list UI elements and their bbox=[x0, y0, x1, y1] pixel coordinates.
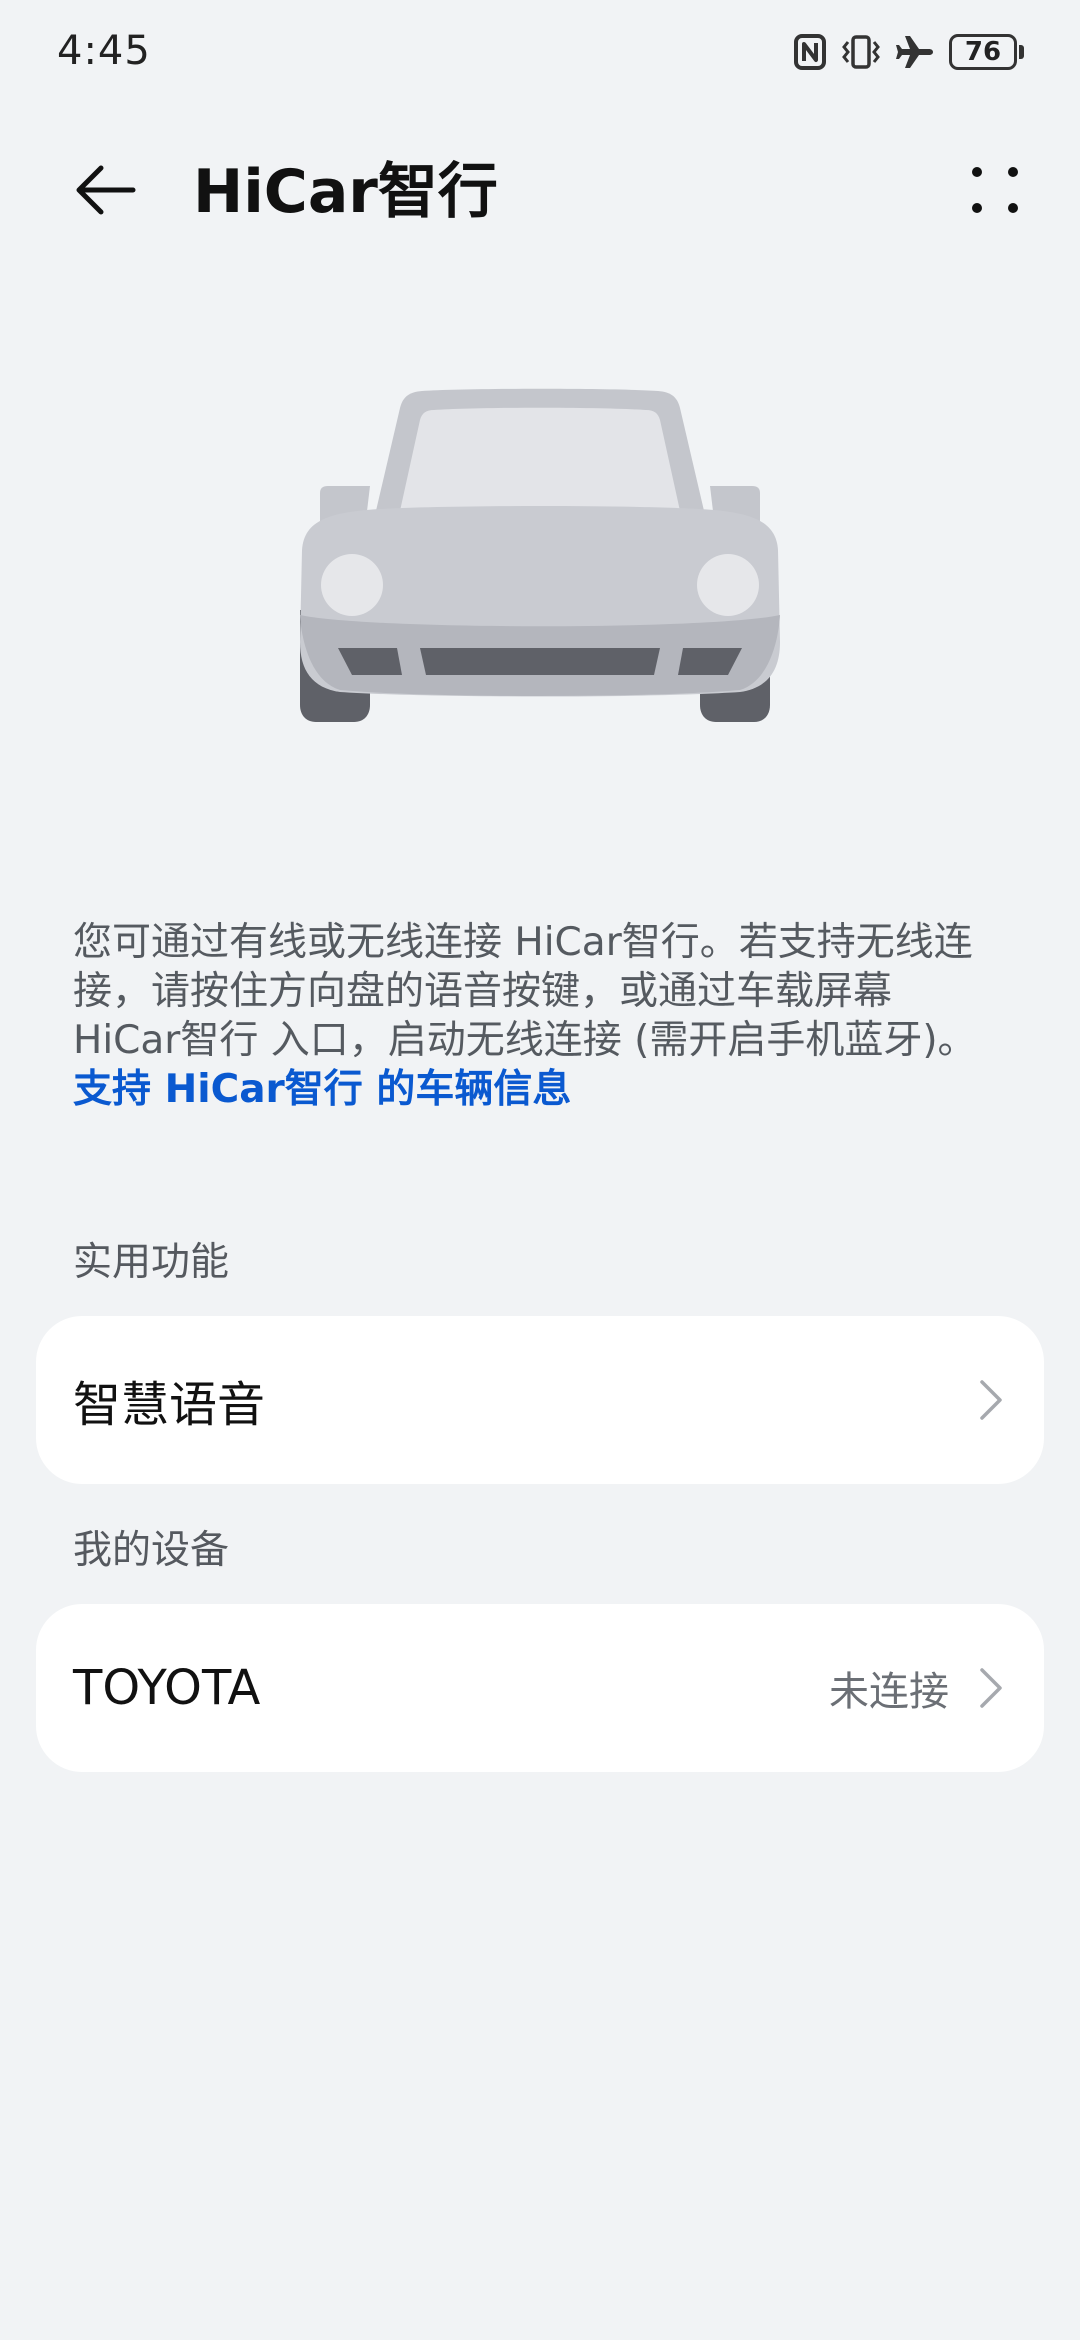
more-dots-icon bbox=[967, 162, 1023, 222]
car-icon bbox=[290, 380, 790, 740]
battery-level: 76 bbox=[964, 37, 1002, 67]
status-icons: 76 bbox=[793, 30, 1024, 74]
airplane-icon bbox=[895, 33, 935, 71]
back-button[interactable] bbox=[60, 152, 150, 232]
description-text: 您可通过有线或无线连接 HiCar智行。若支持无线连接，请按住方向盘的语音按键，… bbox=[73, 920, 977, 1063]
battery-icon: 76 bbox=[949, 34, 1017, 70]
nfc-icon bbox=[793, 33, 827, 71]
list-item-smart-voice[interactable]: 智慧语音 bbox=[36, 1316, 1044, 1484]
section-header-devices: 我的设备 bbox=[73, 1528, 230, 1573]
device-status: 未连接 bbox=[829, 1669, 949, 1715]
battery-tip bbox=[1019, 45, 1024, 59]
section-header-features: 实用功能 bbox=[73, 1240, 230, 1285]
vehicle-info-link[interactable]: 支持 HiCar智行 的车辆信息 bbox=[73, 1067, 571, 1112]
more-button[interactable] bbox=[950, 152, 1040, 232]
device-name: TOYOTA bbox=[73, 1660, 261, 1716]
devices-card: TOYOTA 未连接 bbox=[36, 1604, 1044, 1772]
list-item-label: 智慧语音 bbox=[73, 1377, 266, 1433]
status-time: 4:45 bbox=[57, 28, 151, 74]
description: 您可通过有线或无线连接 HiCar智行。若支持无线连接，请按住方向盘的语音按键，… bbox=[73, 918, 1008, 1114]
arrow-left-icon bbox=[73, 162, 137, 222]
page-title: HiCar智行 bbox=[193, 157, 498, 227]
status-bar: 4:45 76 bbox=[0, 0, 1080, 110]
chevron-right-icon bbox=[978, 1378, 1004, 1422]
app-bar: HiCar智行 bbox=[0, 130, 1080, 250]
vibrate-icon bbox=[841, 33, 881, 71]
features-card: 智慧语音 bbox=[36, 1316, 1044, 1484]
chevron-right-icon bbox=[978, 1666, 1004, 1710]
list-item-toyota[interactable]: TOYOTA 未连接 bbox=[36, 1604, 1044, 1772]
